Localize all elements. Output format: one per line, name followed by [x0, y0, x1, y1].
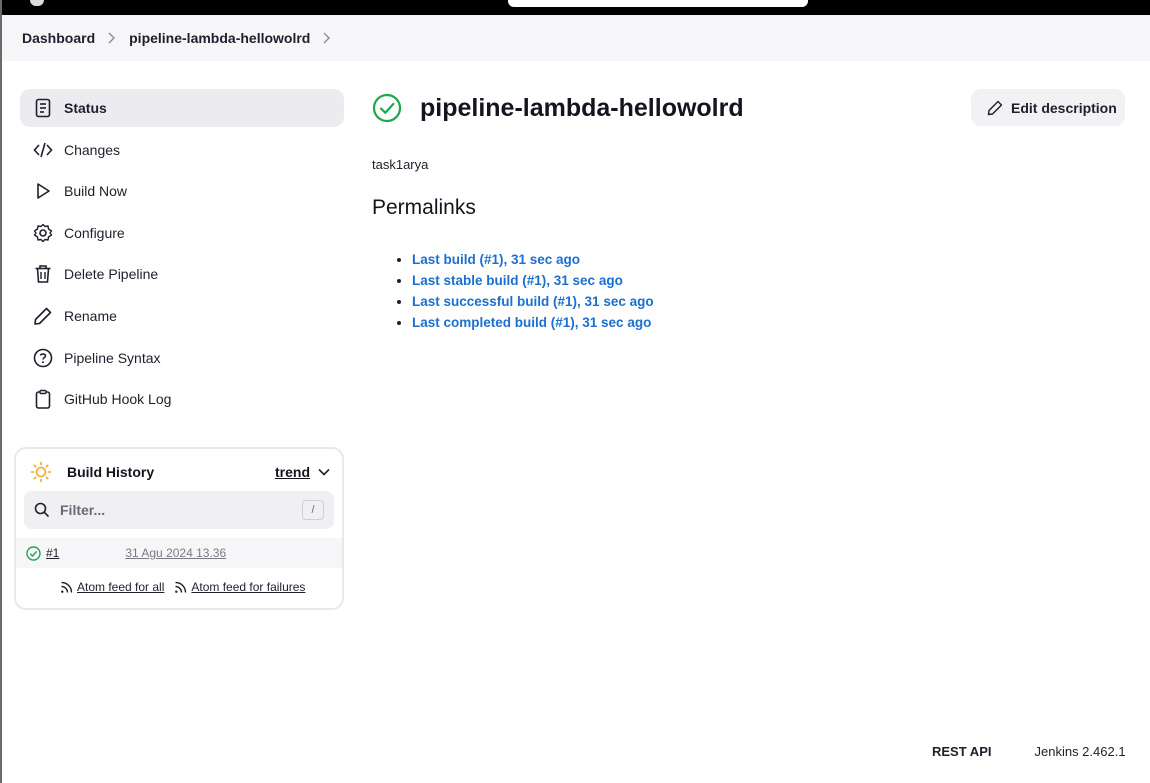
permalinks-heading: Permalinks [372, 196, 476, 219]
atom-feed-all-link[interactable]: Atom feed for all [60, 580, 164, 594]
top-nav-bar [2, 0, 1150, 15]
atom-feed-failures-link[interactable]: Atom feed for failures [174, 580, 305, 594]
sidebar-item-label: Delete Pipeline [64, 266, 159, 283]
search-bar[interactable] [508, 0, 808, 7]
page-footer: REST API Jenkins 2.462.1 [932, 744, 1126, 759]
trash-icon [33, 264, 53, 284]
build-history-header: Build History trend [30, 460, 330, 484]
sun-icon [30, 461, 52, 483]
chevron-right-icon[interactable] [322, 32, 331, 44]
atom-feed-all-label: Atom feed for all [77, 580, 165, 594]
permalink-last-stable-build[interactable]: Last stable build (#1), 31 sec ago [412, 273, 623, 288]
build-number-link[interactable]: #1 [46, 546, 59, 560]
sidebar-item-pipeline-syntax[interactable]: Pipeline Syntax [20, 339, 344, 377]
rss-icon [61, 581, 73, 593]
breadcrumb: Dashboard pipeline-lambda-hellowolrd [2, 15, 1150, 61]
sidebar-item-label: Rename [64, 307, 117, 324]
main-content: pipeline-lambda-hellowolrd Edit descript… [372, 89, 1132, 330]
rest-api-link[interactable]: REST API [932, 744, 991, 759]
sidebar-item-label: Pipeline Syntax [64, 349, 161, 366]
sidebar-item-github-hook-log[interactable]: GitHub Hook Log [20, 380, 344, 418]
job-description: task1arya [372, 157, 429, 172]
search-icon [34, 502, 50, 518]
sidebar-item-rename[interactable]: Rename [20, 297, 344, 335]
sidebar-item-status[interactable]: Status [20, 89, 344, 127]
jenkins-logo-icon[interactable] [30, 0, 44, 6]
sidebar-item-build-now[interactable]: Build Now [20, 172, 344, 210]
list-item: Last completed build (#1), 31 sec ago [412, 312, 654, 333]
sidebar-item-changes[interactable]: Changes [20, 131, 344, 169]
trend-link[interactable]: trend [275, 464, 330, 480]
success-check-icon [26, 545, 41, 561]
code-icon [33, 140, 53, 160]
build-history-widget: Build History trend / #1 31 Agu 2024 13.… [14, 447, 344, 610]
permalinks-list: Last build (#1), 31 sec ago Last stable … [394, 249, 654, 333]
edit-description-label: Edit description [1011, 99, 1117, 116]
build-history-title: Build History [67, 464, 155, 480]
list-item: Last build (#1), 31 sec ago [412, 249, 654, 270]
play-icon [33, 181, 53, 201]
sidebar-item-label: Status [64, 100, 107, 116]
trend-label: trend [275, 464, 310, 480]
list-item: Last stable build (#1), 31 sec ago [412, 270, 654, 291]
permalink-last-completed-build[interactable]: Last completed build (#1), 31 sec ago [412, 315, 651, 330]
build-date-link[interactable]: 31 Agu 2024 13.36 [125, 546, 226, 560]
jenkins-version[interactable]: Jenkins 2.462.1 [1034, 744, 1125, 759]
sidebar-item-label: GitHub Hook Log [64, 391, 172, 408]
pencil-icon [33, 306, 53, 326]
permalink-last-build[interactable]: Last build (#1), 31 sec ago [412, 252, 580, 267]
keyboard-shortcut-hint: / [302, 500, 324, 520]
breadcrumb-dashboard[interactable]: Dashboard [22, 30, 95, 46]
gear-icon [33, 223, 53, 243]
chevron-down-icon [318, 468, 330, 476]
sidebar-item-label: Changes [64, 141, 121, 158]
build-row[interactable]: #1 31 Agu 2024 13.36 [16, 538, 342, 568]
sidebar-item-delete-pipeline[interactable]: Delete Pipeline [20, 255, 344, 293]
sidebar-item-configure[interactable]: Configure [20, 214, 344, 252]
document-icon [33, 98, 53, 118]
page-title: pipeline-lambda-hellowolrd [420, 93, 744, 122]
breadcrumb-pipeline[interactable]: pipeline-lambda-hellowolrd [129, 30, 310, 46]
build-filter-box: / [24, 491, 334, 529]
sidebar-item-label: Configure [64, 224, 125, 241]
clipboard-icon [33, 389, 53, 409]
chevron-right-icon [107, 32, 116, 44]
sidebar-item-label: Build Now [64, 183, 128, 200]
help-icon [33, 348, 53, 368]
atom-feeds: Atom feed for all Atom feed for failures [60, 580, 315, 594]
atom-feed-failures-label: Atom feed for failures [191, 580, 306, 594]
pencil-icon [987, 100, 1003, 115]
build-filter-input[interactable] [60, 502, 280, 518]
sidebar: Status Changes Build Now Configure Delet… [20, 89, 344, 422]
permalink-last-successful-build[interactable]: Last successful build (#1), 31 sec ago [412, 294, 654, 309]
success-status-icon [372, 93, 402, 123]
rss-icon [175, 581, 187, 593]
edit-description-button[interactable]: Edit description [971, 89, 1125, 126]
list-item: Last successful build (#1), 31 sec ago [412, 291, 654, 312]
